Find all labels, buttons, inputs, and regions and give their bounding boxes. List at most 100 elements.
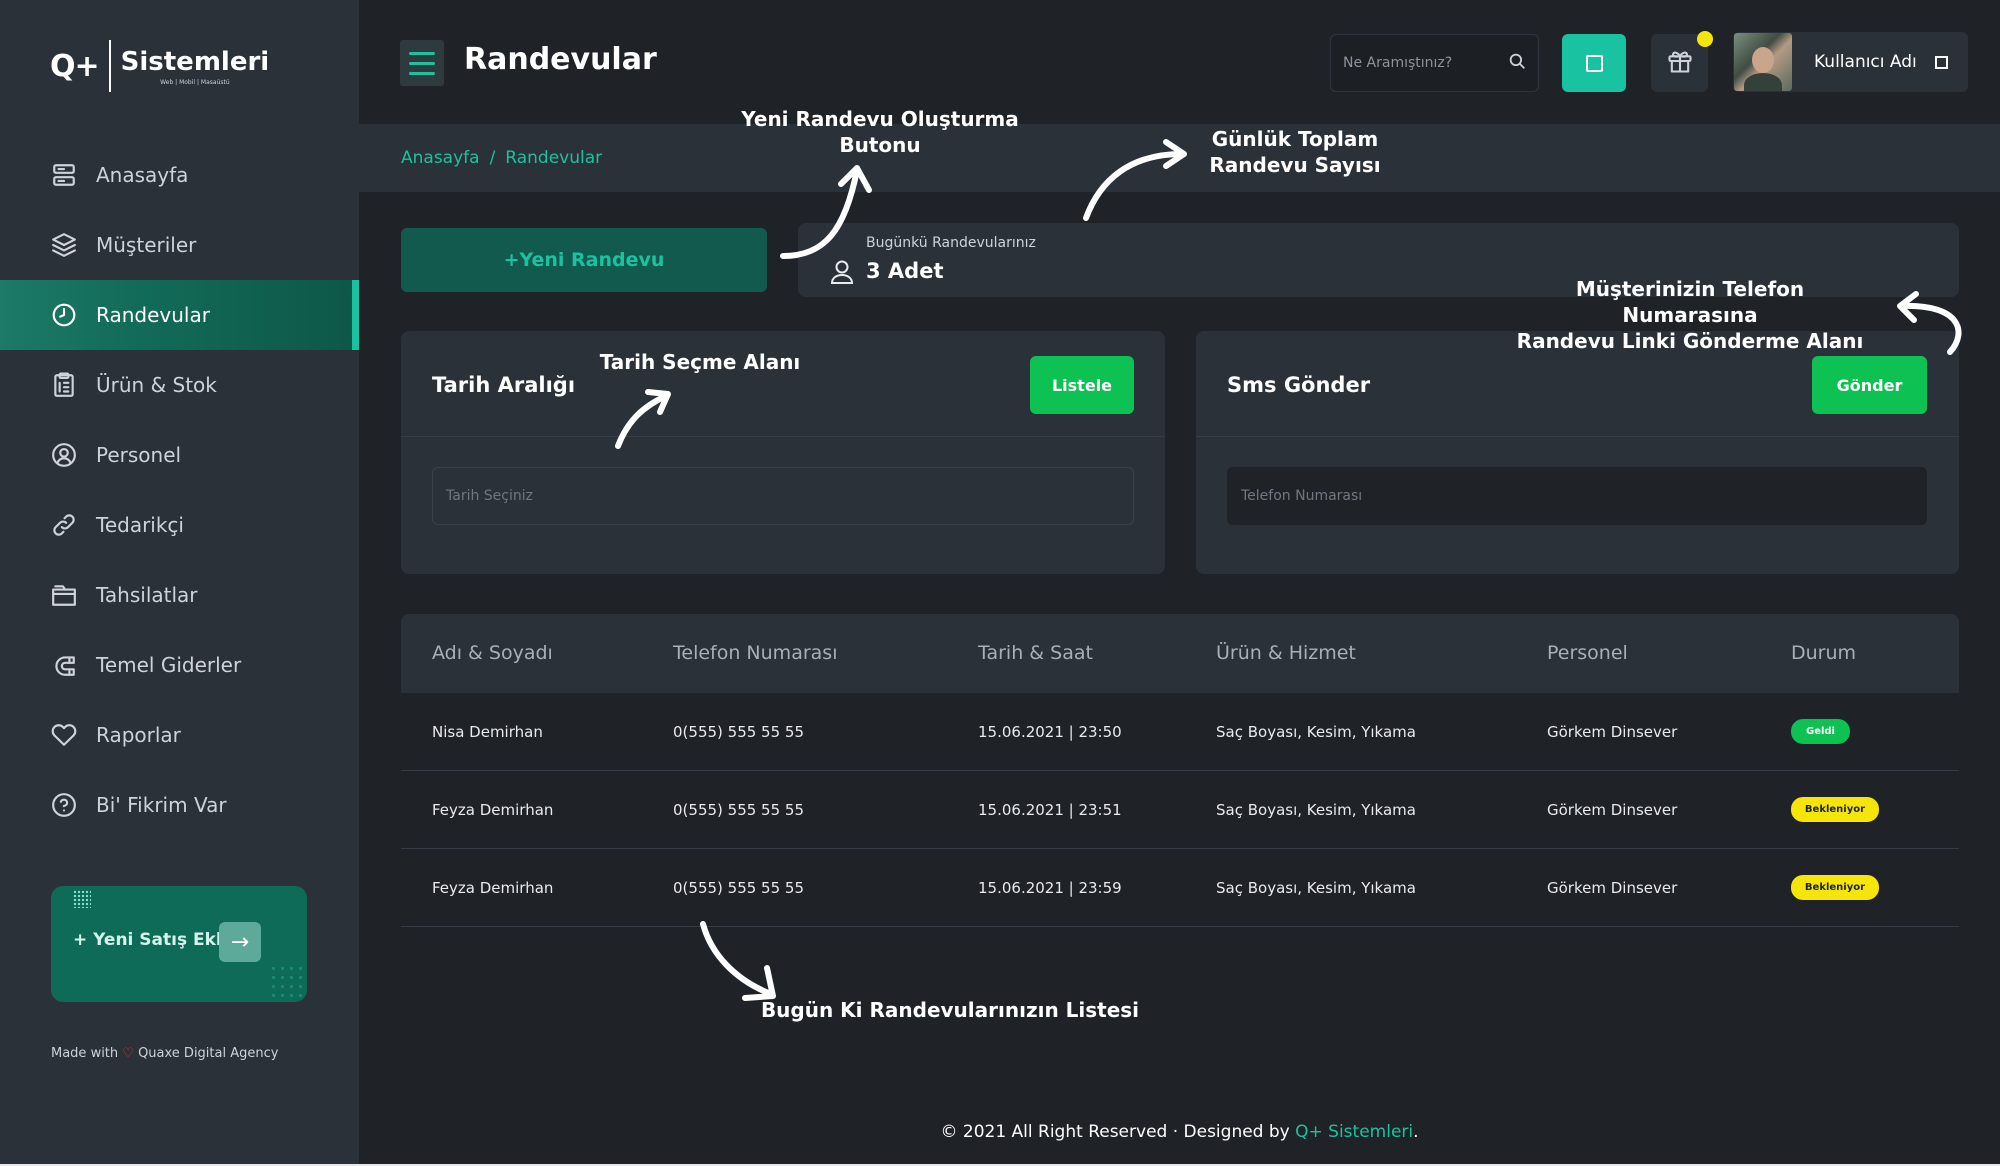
column-header-name[interactable]: Adı & Soyadı <box>432 642 553 664</box>
annotation-date-area: Tarih Seçme Alanı <box>599 350 801 374</box>
cell-datetime: 15.06.2021 | 23:50 <box>978 723 1122 741</box>
sidebar-item-label: Ürün & Stok <box>96 373 217 397</box>
sidebar-item-label: Bi' Fikrim Var <box>96 793 227 817</box>
breadcrumb-home[interactable]: Anasayfa <box>401 148 480 168</box>
annotation-sms-area: Müşterinizin Telefon Numarasına Randevu … <box>1516 277 1864 353</box>
status-badge: Geldi <box>1791 719 1850 744</box>
cell-staff: Görkem Dinsever <box>1547 801 1678 819</box>
heart-icon: ♡ <box>122 1046 134 1061</box>
appointments-table: Adı & Soyadı Telefon Numarası Tarih & Sa… <box>401 614 1959 927</box>
layers-icon <box>50 231 78 259</box>
cell-service: Saç Boyası, Kesim, Yıkama <box>1216 801 1416 819</box>
user-menu[interactable]: Kullanıcı Adı <box>1733 32 1968 92</box>
footer: © 2021 All Right Reserved · Designed by … <box>359 1122 2000 1142</box>
sidebar-item-label: Anasayfa <box>96 163 189 187</box>
dot-pattern-icon <box>73 890 91 908</box>
logo[interactable]: Q+ Sistemleri Web | Mobil | Masaüstü <box>50 40 269 92</box>
folder-icon <box>50 581 78 609</box>
gift-icon <box>1666 47 1694 79</box>
avatar <box>1734 33 1792 91</box>
menu-toggle-button[interactable] <box>400 40 444 86</box>
sidebar-item-randevular[interactable]: Randevular <box>0 280 359 350</box>
search-input[interactable] <box>1343 55 1493 71</box>
column-header-service[interactable]: Ürün & Hizmet <box>1216 642 1356 664</box>
footer-text: © 2021 All Right Reserved · Designed by <box>940 1122 1296 1142</box>
table-header: Adı & Soyadı Telefon Numarası Tarih & Sa… <box>401 614 1959 693</box>
table-row[interactable]: Feyza Demirhan 0(555) 555 55 55 15.06.20… <box>401 771 1959 849</box>
sidebar-item-personel[interactable]: Personel <box>0 420 359 490</box>
annotation-arrow-icon <box>780 165 872 259</box>
date-card-title: Tarih Aralığı <box>432 373 576 397</box>
cell-phone: 0(555) 555 55 55 <box>673 723 804 741</box>
date-card-header: Tarih Aralığı Listele <box>401 331 1165 437</box>
status-badge: Bekleniyor <box>1791 875 1879 900</box>
fullscreen-button[interactable] <box>1562 34 1626 92</box>
user-circle-icon <box>50 441 78 469</box>
status-badge: Bekleniyor <box>1791 797 1879 822</box>
arrow-right-icon[interactable]: → <box>219 922 261 962</box>
square-icon[interactable] <box>1935 55 1948 69</box>
link-icon <box>50 511 78 539</box>
new-appointment-button[interactable]: +Yeni Randevu <box>401 228 767 292</box>
column-header-datetime[interactable]: Tarih & Saat <box>978 642 1093 664</box>
annotation-list: Bugün Ki Randevularınızın Listesi <box>760 998 1140 1022</box>
cell-name: Feyza Demirhan <box>432 801 554 819</box>
notification-dot <box>1697 31 1713 47</box>
cell-service: Saç Boyası, Kesim, Yıkama <box>1216 879 1416 897</box>
clipboard-icon <box>50 371 78 399</box>
sms-send-card: Sms Gönder Gönder <box>1196 331 1959 574</box>
new-sale-card[interactable]: + Yeni Satış Ekle → <box>51 886 307 1002</box>
column-header-phone[interactable]: Telefon Numarası <box>673 642 837 664</box>
footer-end: . <box>1413 1122 1419 1142</box>
sidebar-item-label: Randevular <box>96 303 210 327</box>
user-name: Kullanıcı Adı <box>1814 52 1917 72</box>
made-with-credit: Made with ♡ Quaxe Digital Agency <box>51 1046 278 1061</box>
phone-number-input[interactable] <box>1227 467 1927 525</box>
footer-brand-link[interactable]: Q+ Sistemleri <box>1295 1122 1413 1142</box>
search-icon[interactable] <box>1508 52 1526 74</box>
summary-value: 3 Adet <box>866 259 944 283</box>
sidebar-item-label: Müşteriler <box>96 233 197 257</box>
column-header-staff[interactable]: Personel <box>1547 642 1628 664</box>
search-box[interactable] <box>1330 34 1539 92</box>
cell-name: Nisa Demirhan <box>432 723 543 741</box>
made-with-agency: Quaxe Digital Agency <box>133 1046 279 1061</box>
new-sale-label: + Yeni Satış Ekle <box>73 930 234 950</box>
sidebar-item-fikrim-var[interactable]: Bi' Fikrim Var <box>0 770 359 840</box>
table-row[interactable]: Nisa Demirhan 0(555) 555 55 55 15.06.202… <box>401 693 1959 771</box>
date-picker-input[interactable] <box>432 467 1134 525</box>
column-header-status[interactable]: Durum <box>1791 642 1856 664</box>
cell-service: Saç Boyası, Kesim, Yıkama <box>1216 723 1416 741</box>
list-button[interactable]: Listele <box>1030 356 1134 414</box>
sidebar: Q+ Sistemleri Web | Mobil | Masaüstü Ana… <box>0 0 359 1166</box>
annotation-arrow-icon <box>700 921 776 1001</box>
cell-staff: Görkem Dinsever <box>1547 879 1678 897</box>
sidebar-item-musteriler[interactable]: Müşteriler <box>0 210 359 280</box>
cell-phone: 0(555) 555 55 55 <box>673 879 804 897</box>
annotation-daily-total: Günlük Toplam Randevu Sayısı <box>1209 127 1381 177</box>
sidebar-nav: Anasayfa Müşteriler Randevular Ürün & St… <box>0 140 359 840</box>
clock-icon <box>50 301 78 329</box>
sidebar-item-urun-stok[interactable]: Ürün & Stok <box>0 350 359 420</box>
breadcrumb-current[interactable]: Randevular <box>505 148 602 168</box>
sidebar-item-label: Tedarikçi <box>96 513 184 537</box>
sidebar-item-raporlar[interactable]: Raporlar <box>0 700 359 770</box>
cell-staff: Görkem Dinsever <box>1547 723 1678 741</box>
cell-name: Feyza Demirhan <box>432 879 554 897</box>
logo-subtitle: Web | Mobil | Masaüstü <box>160 78 230 86</box>
annotation-arrow-icon <box>1083 139 1187 221</box>
sidebar-item-label: Personel <box>96 443 182 467</box>
sms-card-title: Sms Gönder <box>1227 373 1371 397</box>
dashboard-icon <box>50 161 78 189</box>
top-header: Randevular Kullanıcı Adı <box>359 0 2000 124</box>
sidebar-item-anasayfa[interactable]: Anasayfa <box>0 140 359 210</box>
made-with-prefix: Made with <box>51 1046 123 1061</box>
sidebar-item-label: Temel Giderler <box>96 653 242 677</box>
sidebar-item-label: Tahsilatlar <box>96 583 198 607</box>
sidebar-item-tedarikci[interactable]: Tedarikçi <box>0 490 359 560</box>
sidebar-item-temel-giderler[interactable]: Temel Giderler <box>0 630 359 700</box>
table-row[interactable]: Feyza Demirhan 0(555) 555 55 55 15.06.20… <box>401 849 1959 927</box>
send-button[interactable]: Gönder <box>1812 356 1927 414</box>
sidebar-item-tahsilatlar[interactable]: Tahsilatlar <box>0 560 359 630</box>
cell-datetime: 15.06.2021 | 23:51 <box>978 801 1122 819</box>
